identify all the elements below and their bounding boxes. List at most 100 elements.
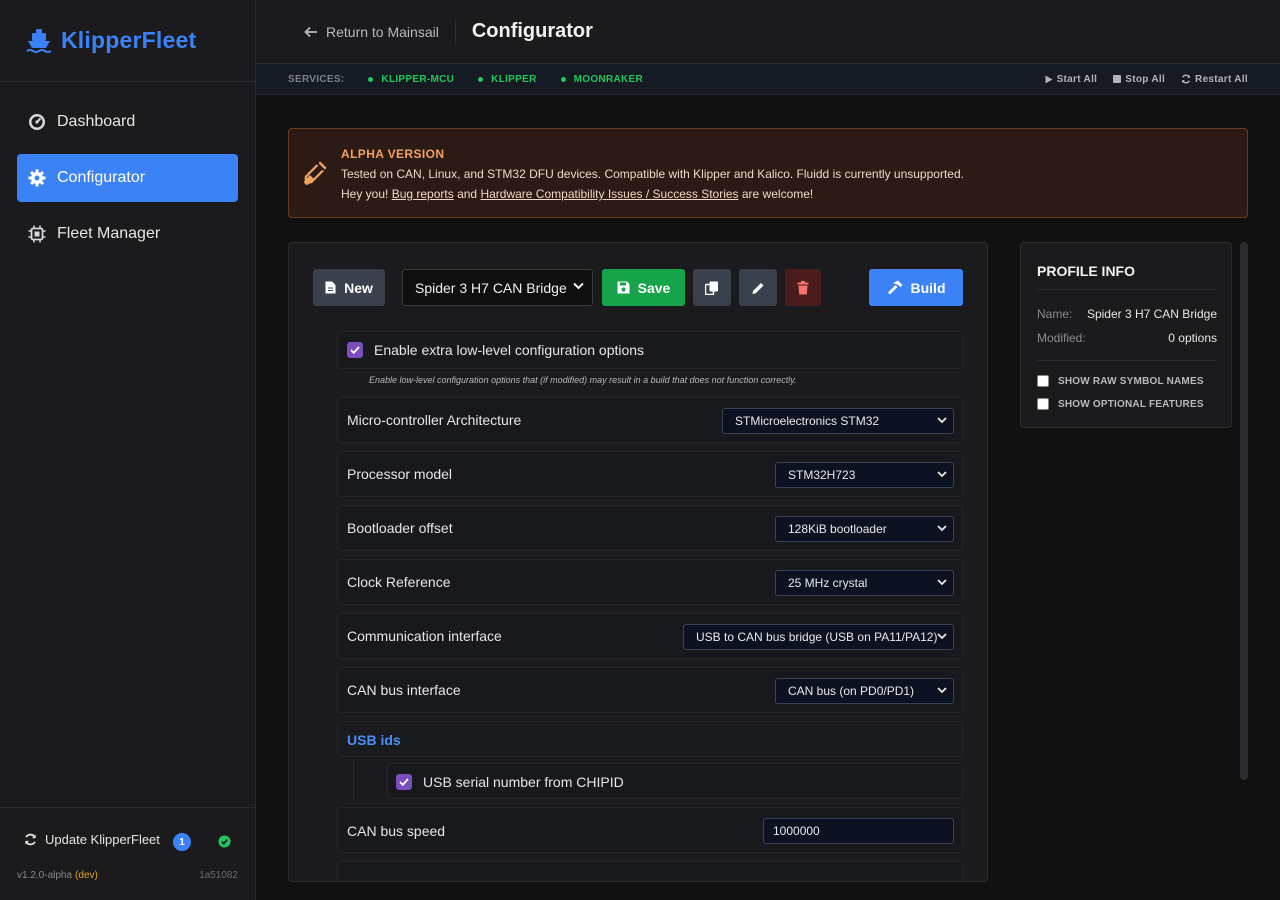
delete-button[interactable] [785, 269, 821, 306]
can-bus-speed-input[interactable]: 1000000 [763, 818, 954, 844]
version-info: v1.2.0-alpha (dev) [17, 870, 98, 881]
new-profile-button[interactable]: New [313, 269, 385, 306]
selected-value: STM32H723 [788, 468, 856, 482]
processor-model-select[interactable]: STM32H723 [775, 462, 954, 488]
check-icon [350, 346, 360, 354]
profile-select[interactable]: Spider 3 H7 CAN Bridge [402, 269, 593, 306]
can-bus-interface-select[interactable]: CAN bus (on PD0/PD1) [775, 678, 954, 704]
sidebar-item-configurator[interactable]: Configurator [17, 154, 238, 202]
sidebar-item-fleet-manager[interactable]: Fleet Manager [17, 210, 238, 258]
gear-icon [27, 168, 47, 188]
copy-icon [705, 281, 718, 295]
build-button[interactable]: Build [869, 269, 963, 306]
floppy-icon [617, 281, 630, 294]
option-label: Micro-controller Architecture [347, 412, 522, 428]
chevron-down-icon [937, 579, 947, 586]
chevron-down-icon [937, 633, 947, 640]
selected-value: CAN bus (on PD0/PD1) [788, 684, 915, 698]
restart-all-button[interactable]: Restart All [1181, 74, 1248, 85]
version-channel: (dev) [75, 870, 98, 881]
option-clock-reference: Clock Reference 25 MHz crystal [337, 559, 963, 605]
nest-guide-line [353, 761, 354, 801]
profile-name-value: Spider 3 H7 CAN Bridge [1086, 307, 1217, 321]
chevron-down-icon [573, 282, 584, 290]
option-mcu-architecture: Micro-controller Architecture STMicroele… [337, 397, 963, 443]
alert-links-line: Hey you! Bug reports and Hardware Compat… [341, 187, 813, 201]
chevron-down-icon [937, 525, 947, 532]
file-icon [325, 281, 336, 294]
bootloader-offset-select[interactable]: 128KiB bootloader [775, 516, 954, 542]
hardware-compat-link[interactable]: Hardware Compatibility Issues / Success … [480, 187, 738, 201]
refresh-icon [1181, 74, 1191, 84]
stop-icon [1113, 75, 1122, 83]
section-usb-ids [337, 721, 963, 757]
save-button[interactable]: Save [602, 269, 685, 306]
brand[interactable]: KlipperFleet [0, 0, 255, 82]
play-icon [1045, 75, 1053, 83]
low-level-hint: Enable low-level configuration options t… [369, 375, 797, 385]
toggle-raw-symbol-names[interactable]: SHOW RAW SYMBOL NAMES [1037, 375, 1204, 387]
option-label: Processor model [347, 466, 453, 482]
sidebar-footer: Update KlipperFleet 1 v1.2.0-alpha (dev) … [0, 807, 255, 900]
clock-reference-select[interactable]: 25 MHz crystal [775, 570, 954, 596]
service-status-moonraker[interactable]: MOONRAKER [560, 74, 643, 85]
low-level-checkbox[interactable] [347, 342, 363, 358]
service-status-klipper[interactable]: KLIPPER [478, 74, 536, 85]
sidebar-item-label: Dashboard [57, 113, 136, 130]
chevron-down-icon [937, 471, 947, 478]
start-all-label: Start All [1056, 73, 1098, 85]
flask-icon [304, 161, 327, 185]
duplicate-button[interactable] [693, 269, 731, 306]
services-bar: SERVICES: KLIPPER-MCU KLIPPER MOONRAKER … [256, 64, 1280, 95]
option-communication-interface: Communication interface USB to CAN bus b… [337, 613, 963, 659]
divider [1037, 360, 1217, 361]
scrollbar[interactable] [1240, 242, 1248, 780]
option-label: Communication interface [347, 628, 502, 644]
selected-value: STMicroelectronics STM32 [735, 414, 880, 428]
alert-message: Tested on CAN, Linux, and STM32 DFU devi… [341, 167, 964, 181]
services-label: SERVICES: [288, 73, 345, 85]
selected-value: 128KiB bootloader [788, 522, 887, 536]
profile-name-row: Name: Spider 3 H7 CAN Bridge [1037, 307, 1217, 321]
status-dot [368, 76, 374, 82]
option-usb-serial-chipid: USB serial number from CHIPID [387, 763, 963, 799]
stop-all-label: Stop All [1125, 73, 1166, 85]
optional-features-checkbox[interactable] [1037, 398, 1049, 410]
service-name: KLIPPER [491, 73, 537, 85]
update-button[interactable]: Update KlipperFleet [24, 832, 160, 847]
back-label: Return to Mainsail [326, 23, 439, 40]
configurator-panel: New Spider 3 H7 CAN Bridge Save Build En… [288, 242, 988, 882]
service-actions: Start All Stop All Restart All [1029, 74, 1248, 85]
communication-interface-select[interactable]: USB to CAN bus bridge (USB on PA11/PA12) [683, 624, 954, 650]
chip-icon [27, 224, 47, 244]
low-level-label: Enable extra low-level configuration opt… [374, 342, 645, 358]
build-label: Build [910, 279, 946, 296]
start-all-button[interactable]: Start All [1045, 74, 1098, 85]
sidebar-item-label: Configurator [57, 169, 146, 186]
mcu-architecture-select[interactable]: STMicroelectronics STM32 [722, 408, 954, 434]
bug-reports-link[interactable]: Bug reports [392, 187, 454, 201]
hammer-icon [887, 280, 902, 295]
ship-icon [26, 28, 52, 53]
save-label: Save [637, 279, 671, 296]
profile-modified-value: 0 options [1168, 331, 1217, 345]
option-label: Bootloader offset [347, 520, 453, 536]
sidebar-nav: Dashboard Configurator Fleet Manager [0, 82, 255, 282]
toggle-optional-features[interactable]: SHOW OPTIONAL FEATURES [1037, 398, 1204, 410]
return-to-mainsail-link[interactable]: Return to Mainsail [304, 19, 456, 44]
input-value: 1000000 [773, 824, 820, 838]
raw-symbols-checkbox[interactable] [1037, 375, 1049, 387]
stop-all-button[interactable]: Stop All [1113, 74, 1165, 85]
selected-value: USB to CAN bus bridge (USB on PA11/PA12) [696, 630, 938, 644]
toggle-label: SHOW OPTIONAL FEATURES [1058, 398, 1204, 410]
rename-button[interactable] [739, 269, 777, 306]
service-status-klipper-mcu[interactable]: KLIPPER-MCU [368, 74, 454, 85]
divider [1037, 289, 1217, 290]
usb-serial-checkbox[interactable] [396, 774, 412, 790]
selected-profile: Spider 3 H7 CAN Bridge [415, 279, 567, 296]
top-bar: Return to Mainsail Configurator [256, 0, 1280, 64]
new-label: New [344, 279, 373, 296]
alert-text: Hey you! [341, 187, 392, 201]
sidebar-item-dashboard[interactable]: Dashboard [17, 98, 238, 146]
option-label: CAN bus interface [347, 682, 461, 698]
